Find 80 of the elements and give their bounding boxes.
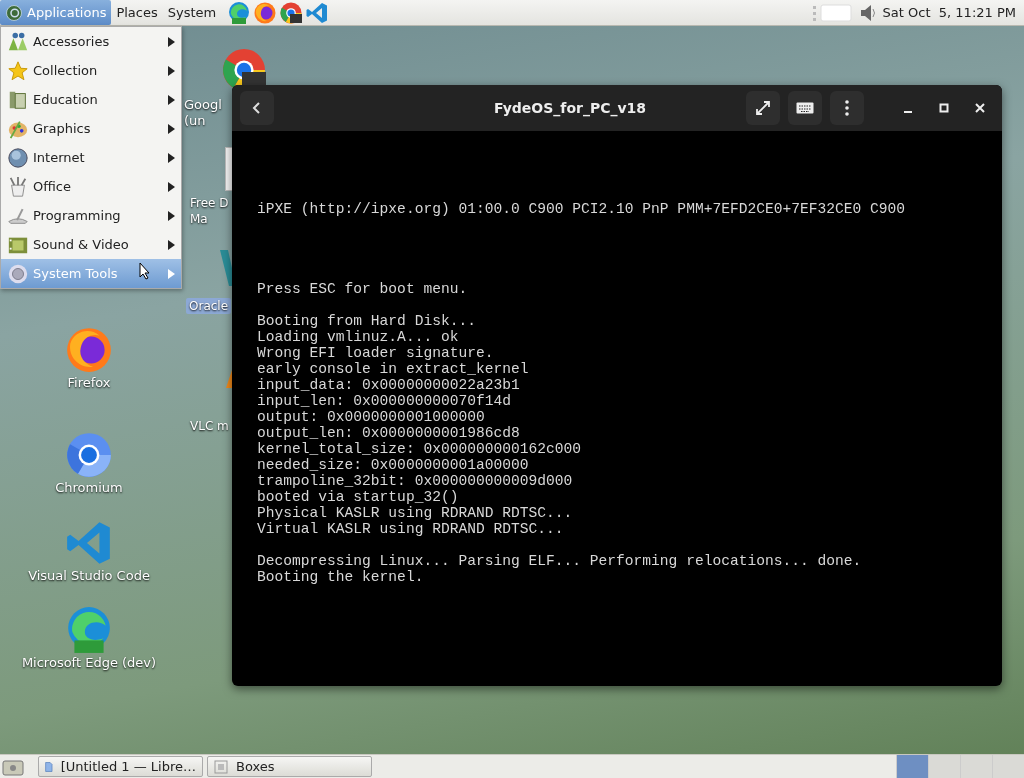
console-line: Loading vmlinuz.A... ok (257, 329, 459, 345)
window-title: FydeOS_for_PC_v18 (492, 100, 648, 116)
fullscreen-button[interactable] (746, 91, 780, 125)
close-icon (975, 103, 985, 113)
console-line: Physical KASLR using RDRAND RDTSC... (257, 505, 573, 521)
foot-logo-icon (5, 3, 23, 22)
console-line: Wrong EFI loader signature. (257, 345, 494, 361)
menu-item[interactable]: Collection (1, 56, 181, 85)
launcher-button[interactable] (253, 0, 278, 25)
submenu-arrow-icon (168, 181, 175, 192)
menu-item[interactable]: Accessories (1, 27, 181, 56)
submenu-arrow-icon (168, 152, 175, 163)
more-menu-button[interactable] (830, 91, 864, 125)
icon-label: VLC m (190, 418, 229, 434)
clock[interactable]: Sat Oct 5, 11:21 PM (882, 5, 1016, 20)
speaker-icon[interactable] (858, 2, 877, 23)
menu-item[interactable]: Education (1, 85, 181, 114)
icon-label: Firefox (67, 375, 111, 391)
icon-label: Googl (184, 97, 222, 113)
pencil-cup-icon (7, 175, 29, 198)
console-line: Booting the kernel. (257, 569, 424, 585)
gear-icon (7, 262, 29, 285)
console-line: needed_size: 0x0000000001a00000 (257, 457, 529, 473)
maximize-icon (939, 103, 949, 113)
console-line: Press ESC for boot menu. (257, 281, 468, 297)
icon-label: Free D (190, 195, 229, 211)
minimize-icon (903, 111, 913, 113)
browser-icon (227, 0, 252, 25)
submenu-arrow-icon (168, 210, 175, 221)
tools-icon (7, 30, 29, 53)
console-line: trampoline_32bit: 0x000000000009d000 (257, 473, 573, 489)
taskbar-window-button[interactable]: [Untitled 1 — Libre… (38, 756, 203, 777)
icon-label: (un (184, 113, 206, 129)
submenu-arrow-icon (168, 36, 175, 47)
boxes-app-icon (214, 759, 228, 774)
console-line: input_len: 0x000000000070f14d (257, 393, 511, 409)
console-line: Virtual KASLR using RDRAND RDTSC... (257, 521, 564, 537)
back-icon (251, 101, 263, 115)
menu-item[interactable]: Sound & Video (1, 230, 181, 259)
console-line: output_len: 0x0000000001986cd8 (257, 425, 520, 441)
back-button[interactable] (240, 91, 274, 125)
menu-item[interactable]: Office (1, 172, 181, 201)
more-icon (845, 100, 849, 116)
submenu-arrow-icon (168, 65, 175, 76)
keyboard-icon (796, 102, 814, 114)
mouse-pointer-icon (139, 262, 151, 280)
menu-item[interactable]: Graphics (1, 114, 181, 143)
globe-icon (7, 146, 29, 169)
show-desktop-icon[interactable] (2, 757, 24, 776)
submenu-arrow-icon (168, 94, 175, 105)
keyboard-button[interactable] (788, 91, 822, 125)
panel-menu[interactable]: Places (111, 0, 163, 25)
console-line: booted via startup_32() (257, 489, 459, 505)
console-line: kernel_total_size: 0x000000000162c000 (257, 441, 582, 457)
fullscreen-icon (755, 100, 771, 116)
console-line: input_data: 0x00000000022a23b1 (257, 377, 520, 393)
code-editor-icon (305, 0, 330, 25)
console-line: iPXE (http://ipxe.org) 01:00.0 C900 PCI2.10 PnP PMM+7EFD2CE0+7EF32CE0 C900 (257, 201, 906, 217)
icon-label: Chromium (55, 480, 123, 496)
taskbar-window-button[interactable]: Boxes (207, 756, 372, 777)
submenu-arrow-icon (168, 123, 175, 134)
panel-menu[interactable]: System (162, 0, 222, 25)
launcher-button[interactable] (279, 0, 304, 25)
menu-item[interactable]: Programming (1, 201, 181, 230)
browser-icon (64, 430, 114, 480)
browser-icon (279, 0, 304, 25)
console-line: early console in extract_kernel (257, 361, 529, 377)
console-line: Booting from Hard Disk... (257, 313, 476, 329)
console-line: output: 0x0000000001000000 (257, 409, 485, 425)
submenu-arrow-icon (168, 268, 175, 279)
star-icon (7, 59, 29, 82)
menu-item[interactable]: Internet (1, 143, 181, 172)
browser-icon (253, 0, 278, 25)
icon-label: Microsoft Edge (dev) (21, 655, 157, 671)
icon-label: Visual Studio Code (28, 568, 150, 584)
icon-label: Oracle (186, 298, 232, 314)
submenu-arrow-icon (168, 239, 175, 250)
icon-label: Ma (190, 211, 208, 227)
browser-icon (64, 325, 114, 375)
console-line: Decompressing Linux... Parsing ELF... Performing relocations... done. (257, 553, 862, 569)
